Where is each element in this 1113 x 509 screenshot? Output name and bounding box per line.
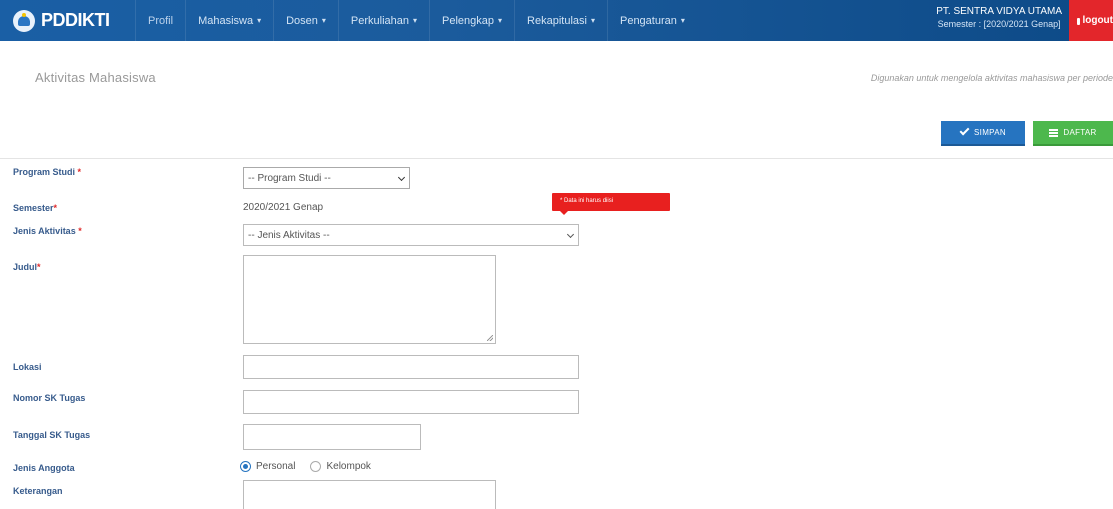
nav-menu: Profil Mahasiswa ▾ Dosen ▾ Perkuliahan ▾ Pe… xyxy=(135,0,697,41)
radio-label-kelompok: Kelompok xyxy=(326,461,371,472)
brand[interactable]: PDDIKTI xyxy=(0,0,135,41)
list-icon xyxy=(1049,128,1059,137)
radio-personal[interactable] xyxy=(240,461,251,472)
validation-tooltip: * Data ini harus diisi xyxy=(552,193,670,215)
select-value: -- Jenis Aktivitas -- xyxy=(248,229,330,241)
program-studi-select[interactable]: -- Program Studi -- xyxy=(243,167,410,189)
jenis-anggota-label: Jenis Anggota xyxy=(13,463,75,473)
jenis-aktivitas-select[interactable]: -- Jenis Aktivitas -- xyxy=(243,224,579,246)
keterangan-textarea[interactable] xyxy=(243,480,496,509)
resize-handle-icon[interactable] xyxy=(487,335,493,341)
top-navbar: PDDIKTI Profil Mahasiswa ▾ Dosen ▾ Perkuli… xyxy=(0,0,1113,41)
list-label: DAFTAR xyxy=(1063,128,1097,137)
keterangan-label: Keterangan xyxy=(13,486,63,496)
label-text: Judul xyxy=(13,262,37,272)
semester-label: Semester* xyxy=(13,203,57,213)
logout-button[interactable]: logout xyxy=(1069,0,1113,41)
nomor-sk-label: Nomor SK Tugas xyxy=(13,393,86,403)
lokasi-label: Lokasi xyxy=(13,362,42,372)
required-marker: * xyxy=(37,262,41,272)
nav-label: Rekapitulasi xyxy=(527,14,587,27)
nav-item-profil[interactable]: Profil xyxy=(135,0,185,41)
save-label: SIMPAN xyxy=(974,128,1006,137)
label-text: Jenis Aktivitas xyxy=(13,226,76,236)
tanggal-sk-label: Tanggal SK Tugas xyxy=(13,430,91,440)
save-button[interactable]: SIMPAN xyxy=(941,121,1025,146)
chevron-down-icon: ▾ xyxy=(413,16,418,25)
required-marker: * xyxy=(53,203,58,213)
nav-item-perkuliahan[interactable]: Perkuliahan ▾ xyxy=(337,0,429,41)
nav-label: Profil xyxy=(148,14,174,27)
label-text: Semester xyxy=(13,203,54,213)
tanggal-sk-input[interactable] xyxy=(243,424,421,450)
active-semester: Semester : [2020/2021 Genap] xyxy=(937,19,1061,29)
nav-item-rekapitulasi[interactable]: Rekapitulasi ▾ xyxy=(514,0,607,41)
logout-label: logout xyxy=(1082,15,1113,26)
institution-name: PT. SENTRA VIDYA UTAMA xyxy=(936,6,1062,17)
page-description: Digunakan untuk mengelola aktivitas maha… xyxy=(870,73,1113,83)
radio-label-personal: Personal xyxy=(256,461,296,472)
chevron-down-icon: ▾ xyxy=(590,16,595,25)
nav-label: Dosen xyxy=(286,14,318,27)
pddikti-logo-icon xyxy=(13,9,35,32)
user-info: PT. SENTRA VIDYA UTAMA Semester : [2020/… xyxy=(936,5,1062,31)
nav-item-mahasiswa[interactable]: Mahasiswa ▾ xyxy=(185,0,273,41)
brand-name: PDDIKTI xyxy=(41,10,110,30)
page-title: Aktivitas Mahasiswa xyxy=(35,70,156,85)
nav-label: Mahasiswa xyxy=(198,14,254,27)
required-marker: * xyxy=(78,226,82,236)
chevron-down-icon xyxy=(397,173,406,182)
chevron-down-icon: ▾ xyxy=(257,16,262,25)
nav-label: Perkuliahan xyxy=(350,14,410,27)
lokasi-input[interactable] xyxy=(243,355,579,379)
judul-textarea[interactable] xyxy=(243,255,496,344)
program-studi-label: Program Studi * xyxy=(13,167,81,177)
list-button[interactable]: DAFTAR xyxy=(1033,121,1113,146)
radio-kelompok[interactable] xyxy=(310,461,322,472)
check-icon xyxy=(959,125,970,136)
judul-label: Judul* xyxy=(13,262,41,272)
chevron-down-icon: ▾ xyxy=(321,16,326,25)
chevron-down-icon: ▾ xyxy=(498,16,503,25)
nav-item-pelengkap[interactable]: Pelengkap ▾ xyxy=(429,0,514,41)
nav-item-dosen[interactable]: Dosen ▾ xyxy=(273,0,338,41)
lock-icon xyxy=(1077,18,1081,25)
required-marker: * xyxy=(77,167,82,177)
semester-value: 2020/2021 Genap xyxy=(243,202,324,213)
nomor-sk-input[interactable] xyxy=(243,390,579,414)
label-text: Program Studi xyxy=(13,167,76,177)
chevron-down-icon: ▾ xyxy=(680,16,685,25)
nav-label: Pengaturan xyxy=(619,14,677,27)
jenis-aktivitas-label: Jenis Aktivitas * xyxy=(13,226,82,236)
nav-item-pengaturan[interactable]: Pengaturan ▾ xyxy=(606,0,697,41)
chevron-down-icon xyxy=(566,230,575,239)
nav-label: Pelengkap xyxy=(442,14,495,27)
select-value: -- Program Studi -- xyxy=(248,172,331,184)
jenis-anggota-radio-group: Personal Kelompok xyxy=(240,461,386,472)
divider xyxy=(0,158,1113,159)
